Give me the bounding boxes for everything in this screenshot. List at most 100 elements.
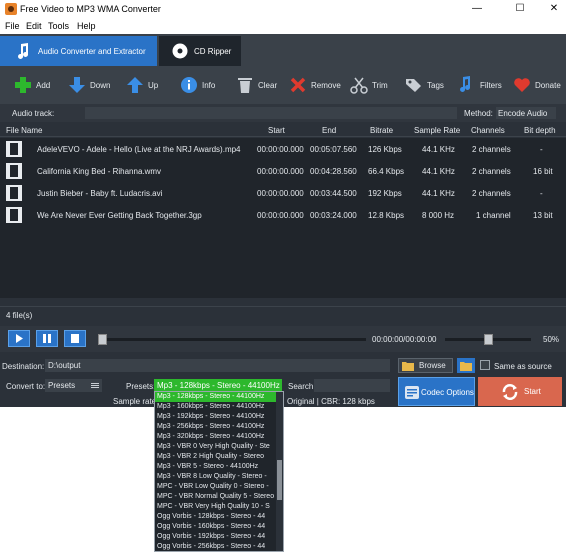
same-as-source-checkbox[interactable]	[480, 360, 490, 370]
search-input[interactable]	[314, 379, 390, 392]
start-label: Start	[524, 387, 541, 396]
file-bit-depth: -	[540, 189, 543, 198]
file-name: California King Bed - Rihanna.wmv	[37, 167, 162, 176]
close-button[interactable]: ✕	[546, 2, 562, 16]
col-end[interactable]: End	[322, 126, 336, 135]
filters-icon	[460, 76, 471, 92]
open-folder-button[interactable]	[457, 358, 475, 373]
seek-handle[interactable]	[98, 334, 107, 345]
convert-to-select[interactable]: Presets	[45, 379, 102, 392]
presets-dropdown[interactable]: Mp3 - 128kbps - Stereo - 44100Hz Mp3 - 1…	[154, 391, 284, 552]
preset-option[interactable]: MPC - VBR Low Quality 0 - Stereo -	[155, 482, 276, 492]
video-file-icon	[6, 141, 22, 157]
preset-option[interactable]: MPC - VBR Normal Quality 5 - Stereo	[155, 492, 276, 502]
seek-bar[interactable]	[98, 334, 366, 345]
dropdown-scrollbar[interactable]	[276, 392, 283, 551]
file-start: 00:00:00.000	[257, 167, 304, 176]
preset-option[interactable]: Mp3 - VBR 0 Very High Quality - Ste	[155, 442, 276, 452]
col-sample-rate[interactable]: Sample Rate	[414, 126, 460, 135]
timecode: 00:00:00/00:00:00	[372, 335, 437, 344]
file-row[interactable]: Justin Bieber - Baby ft. Ludacris.avi 00…	[0, 182, 566, 204]
file-name: We Are Never Ever Getting Back Together.…	[37, 211, 202, 220]
file-channels: 2 channels	[472, 167, 511, 176]
file-channels: 2 channels	[472, 145, 511, 154]
menu-tools[interactable]: Tools	[48, 21, 69, 31]
method-select[interactable]: Encode Audio	[496, 107, 556, 119]
file-row[interactable]: California King Bed - Rihanna.wmv 00:00:…	[0, 160, 566, 182]
file-channels: 1 channel	[476, 211, 511, 220]
volume-slider[interactable]	[445, 334, 531, 345]
down-label: Down	[90, 81, 111, 90]
file-list[interactable]: AdeleVEVO - Adele - Hello (Live at the N…	[0, 138, 566, 298]
volume-value: 50%	[543, 335, 560, 344]
file-end: 00:05:07.560	[310, 145, 357, 154]
file-start: 00:00:00.000	[257, 211, 304, 220]
tags-icon	[406, 79, 421, 92]
method-label: Method:	[464, 109, 493, 118]
file-bit-depth: 16 bit	[533, 167, 553, 176]
preset-option[interactable]: Ogg Vorbis - 192kbps - Stereo - 44	[155, 532, 276, 542]
preset-option[interactable]: Ogg Vorbis - 160kbps - Stereo - 44	[155, 522, 276, 532]
preset-option[interactable]: Mp3 - 160kbps - Stereo - 44100Hz	[155, 402, 276, 412]
clear-label: Clear	[258, 81, 278, 90]
trim-label: Trim	[372, 81, 388, 90]
add-label: Add	[36, 81, 51, 90]
destination-input[interactable]: D:\output	[45, 359, 390, 372]
col-bit-depth[interactable]: Bit depth	[524, 126, 556, 135]
folder-icon	[402, 362, 414, 371]
minimize-button[interactable]: —	[469, 2, 485, 16]
preset-option[interactable]: Mp3 - VBR 2 High Quality - Stereo	[155, 452, 276, 462]
file-row[interactable]: AdeleVEVO - Adele - Hello (Live at the N…	[0, 138, 566, 160]
dropdown-scroll-thumb[interactable]	[277, 460, 282, 500]
browse-button[interactable]: Browse	[398, 358, 453, 373]
scissors-icon	[350, 77, 368, 94]
donate-label: Donate	[535, 81, 561, 90]
up-label: Up	[148, 81, 159, 90]
stop-button[interactable]	[64, 330, 86, 347]
file-row[interactable]: We Are Never Ever Getting Back Together.…	[0, 204, 566, 226]
file-sample-rate: 8 000 Hz	[422, 211, 455, 220]
pause-icon	[43, 334, 51, 343]
col-bitrate[interactable]: Bitrate	[370, 126, 393, 135]
preset-option[interactable]: Mp3 - 128kbps - Stereo - 44100Hz	[155, 392, 276, 402]
preset-option[interactable]: MPC - VBR Very High Quality 10 - S	[155, 502, 276, 512]
video-file-icon	[6, 163, 22, 179]
codec-icon	[405, 386, 419, 399]
preset-option[interactable]: Ogg Vorbis - 256kbps - Stereo - 44	[155, 542, 276, 551]
file-bitrate: 126 Kbps	[368, 145, 402, 154]
play-button[interactable]	[8, 330, 30, 347]
file-sample-rate: 44.1 KHz	[422, 145, 455, 154]
horizontal-scrollbar[interactable]	[0, 298, 566, 306]
tab-cd-ripper[interactable]: CD Ripper	[159, 36, 241, 66]
start-button[interactable]: Start	[478, 377, 562, 406]
title-bar: Free Video to MP3 WMA Converter — ☐ ✕	[0, 0, 566, 18]
tab-audio-converter[interactable]: Audio Converter and Extractor	[0, 36, 157, 66]
play-icon	[16, 334, 23, 343]
audio-track-select[interactable]	[85, 107, 457, 119]
arrow-up-icon	[127, 77, 143, 93]
volume-handle[interactable]	[483, 334, 493, 345]
info-icon	[181, 77, 197, 93]
col-file-name[interactable]: File Name	[6, 126, 42, 135]
col-channels[interactable]: Channels	[471, 126, 505, 135]
sample-rate-label: Sample rate:	[113, 397, 159, 406]
preset-option[interactable]: Mp3 - 192kbps - Stereo - 44100Hz	[155, 412, 276, 422]
preset-option[interactable]: Mp3 - VBR 5 - Stereo - 44100Hz	[155, 462, 276, 472]
codec-options-button[interactable]: Codec Options	[398, 377, 475, 406]
preset-option[interactable]: Mp3 - 320kbps - Stereo - 44100Hz	[155, 432, 276, 442]
convert-to-label: Convert to:	[6, 382, 46, 391]
file-channels: 2 channels	[472, 189, 511, 198]
remove-label: Remove	[311, 81, 341, 90]
preset-option[interactable]: Mp3 - 256kbps - Stereo - 44100Hz	[155, 422, 276, 432]
audio-track-row: Audio track: Method: Encode Audio	[0, 104, 566, 122]
col-start[interactable]: Start	[268, 126, 285, 135]
tab-label: Audio Converter and Extractor	[38, 47, 146, 56]
menu-edit[interactable]: Edit	[26, 21, 42, 31]
tab-strip: Audio Converter and Extractor CD Ripper	[0, 34, 566, 66]
preset-option[interactable]: Ogg Vorbis - 128kbps - Stereo - 44	[155, 512, 276, 522]
menu-help[interactable]: Help	[77, 21, 96, 31]
maximize-button[interactable]: ☐	[512, 2, 528, 16]
preset-option[interactable]: Mp3 - VBR 8 Low Quality - Stereo -	[155, 472, 276, 482]
pause-button[interactable]	[36, 330, 58, 347]
menu-file[interactable]: File	[5, 21, 20, 31]
